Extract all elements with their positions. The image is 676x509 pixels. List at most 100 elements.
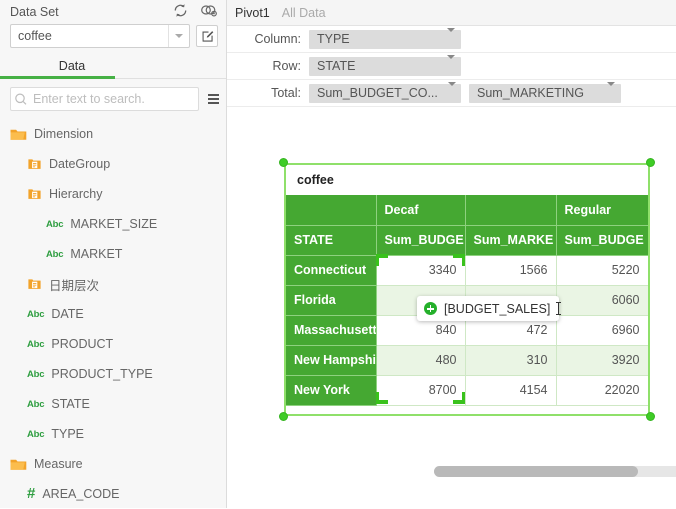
tree-node-label: PRODUCT_TYPE <box>51 367 153 381</box>
table-cell[interactable]: 3920 <box>556 345 648 376</box>
table-cell[interactable]: 5220 <box>556 255 648 286</box>
pill-label: TYPE <box>317 32 350 46</box>
chevron-down-icon <box>597 82 615 100</box>
table-row-group-header: Decaf Regular <box>286 195 648 226</box>
tree-node-hierarchy[interactable]: Hierarchy <box>0 179 226 209</box>
tab-pivot1[interactable]: Pivot1 <box>235 6 270 20</box>
report-canvas[interactable]: coffee Decaf Regular STATE Sum_BUDGE Sum… <box>227 110 676 508</box>
column-header-decaf-budget[interactable]: Sum_BUDGE <box>376 225 466 256</box>
shelf-column-label: Column: <box>254 32 301 46</box>
table-row[interactable]: Connecticut 3340 1566 5220 <box>286 255 648 286</box>
tab-all-data[interactable]: All Data <box>282 6 326 20</box>
tree-node-measure[interactable]: Measure <box>0 449 226 479</box>
edit-dataset-button[interactable] <box>196 25 218 47</box>
resize-handle-top-left[interactable] <box>279 158 288 167</box>
group-header-regular[interactable]: Regular <box>556 195 648 226</box>
drag-ghost-budget-sales[interactable]: [BUDGET_SALES] <box>417 296 560 321</box>
pivot-table-selection[interactable]: coffee Decaf Regular STATE Sum_BUDGE Sum… <box>279 158 676 477</box>
abc-icon: Abc <box>27 368 45 380</box>
tree-node-area-code[interactable]: # AREA_CODE <box>0 479 226 509</box>
search-input[interactable] <box>31 92 198 106</box>
sidebar-tab-data-label: Data <box>58 58 86 73</box>
abc-icon: Abc <box>27 338 45 350</box>
tree-node-date-hierarchy[interactable]: 日期层次 <box>0 269 226 299</box>
tree-node-dategroup[interactable]: DateGroup <box>0 149 226 179</box>
tree-node-label: Dimension <box>34 127 94 141</box>
table-cell[interactable]: 6060 <box>556 285 648 316</box>
shelf-row-pill-state[interactable]: STATE <box>309 55 461 76</box>
shelf-total-label: Total: <box>271 86 301 100</box>
abc-icon: Abc <box>27 308 45 320</box>
pivot-table-title: coffee <box>286 165 648 195</box>
shelf-total-pill-budget[interactable]: Sum_BUDGET_CO... <box>309 82 461 103</box>
tree-node-state[interactable]: Abc STATE <box>0 389 226 419</box>
abc-icon: Abc <box>27 398 45 410</box>
row-header[interactable]: Florida <box>286 285 377 316</box>
pivot-table[interactable]: coffee Decaf Regular STATE Sum_BUDGE Sum… <box>286 165 648 414</box>
group-header-decaf[interactable]: Decaf <box>376 195 466 226</box>
row-header[interactable]: Connecticut <box>286 255 377 286</box>
row-header[interactable]: Massachusett <box>286 315 377 346</box>
chevron-down-icon <box>175 34 183 38</box>
row-header[interactable]: New York <box>286 375 377 406</box>
column-header-state[interactable]: STATE <box>286 225 377 256</box>
tree-node-dimension[interactable]: Dimension <box>0 119 226 149</box>
tree-node-label: DateGroup <box>49 157 111 171</box>
table-row[interactable]: New York 8700 4154 22020 <box>286 375 648 406</box>
tree-node-label: Hierarchy <box>49 187 103 201</box>
hierarchy-folder-icon <box>27 187 42 201</box>
table-cell[interactable]: 4154 <box>465 375 557 406</box>
table-cell[interactable]: 6960 <box>556 315 648 346</box>
dataset-select-caret[interactable] <box>168 25 189 47</box>
dataset-header-icons <box>172 2 218 22</box>
dataset-relation-icon[interactable] <box>199 2 218 22</box>
table-cell[interactable]: 3340 <box>376 255 466 286</box>
plus-circle-icon <box>424 302 437 315</box>
tree-node-market-size[interactable]: Abc MARKET_SIZE <box>0 209 226 239</box>
horizontal-scrollbar-thumb[interactable] <box>434 466 638 477</box>
tree-node-market[interactable]: Abc MARKET <box>0 239 226 269</box>
dataset-select[interactable]: coffee <box>10 24 190 48</box>
table-cell[interactable]: 480 <box>376 345 466 376</box>
chevron-down-icon <box>438 82 456 100</box>
table-cell[interactable]: 310 <box>465 345 557 376</box>
search-icon <box>15 93 27 105</box>
shelf-row-label: Row: <box>272 59 301 73</box>
text-cursor-icon <box>556 302 561 315</box>
tree-node-product-type[interactable]: Abc PRODUCT_TYPE <box>0 359 226 389</box>
tree-node-product[interactable]: Abc PRODUCT <box>0 329 226 359</box>
resize-handle-bottom-left[interactable] <box>279 412 288 421</box>
field-tree: Dimension DateGroup Hierarchy Abc MARKET… <box>0 119 226 509</box>
sidebar-tab-data[interactable]: Data <box>29 54 115 77</box>
table-cell[interactable]: 1566 <box>465 255 557 286</box>
hierarchy-folder-icon <box>27 277 42 291</box>
dataset-select-row: coffee <box>0 22 226 48</box>
tree-node-type[interactable]: Abc TYPE <box>0 419 226 449</box>
group-header-blank <box>286 195 377 226</box>
column-header-decaf-marketing[interactable]: Sum_MARKE <box>465 225 557 256</box>
pivot-tabbar: Pivot1 All Data <box>227 0 676 26</box>
horizontal-scrollbar[interactable] <box>434 466 676 477</box>
resize-handle-bottom-right[interactable] <box>646 412 655 421</box>
search-box[interactable] <box>10 87 199 111</box>
group-header-decaf-cont <box>465 195 557 226</box>
abc-icon: Abc <box>46 248 64 260</box>
table-cell[interactable]: 8700 <box>376 375 466 406</box>
column-header-regular-budget[interactable]: Sum_BUDGE <box>556 225 648 256</box>
list-menu-icon[interactable] <box>207 94 220 104</box>
table-row[interactable]: New Hampshi 480 310 3920 <box>286 345 648 376</box>
tree-node-label: Measure <box>34 457 83 471</box>
chevron-down-icon <box>437 55 455 73</box>
shelf-column-pill-type[interactable]: TYPE <box>309 28 461 49</box>
shelf-total-pill-marketing[interactable]: Sum_MARKETING <box>469 82 621 103</box>
search-row <box>0 79 226 111</box>
sidebar-tabbar: Data <box>0 54 226 79</box>
refresh-icon[interactable] <box>172 2 189 22</box>
abc-icon: Abc <box>46 218 64 230</box>
table-cell[interactable]: 22020 <box>556 375 648 406</box>
row-header[interactable]: New Hampshi <box>286 345 377 376</box>
folder-icon <box>10 128 27 141</box>
resize-handle-top-right[interactable] <box>646 158 655 167</box>
dataset-header: Data Set <box>0 0 226 22</box>
tree-node-date[interactable]: Abc DATE <box>0 299 226 329</box>
